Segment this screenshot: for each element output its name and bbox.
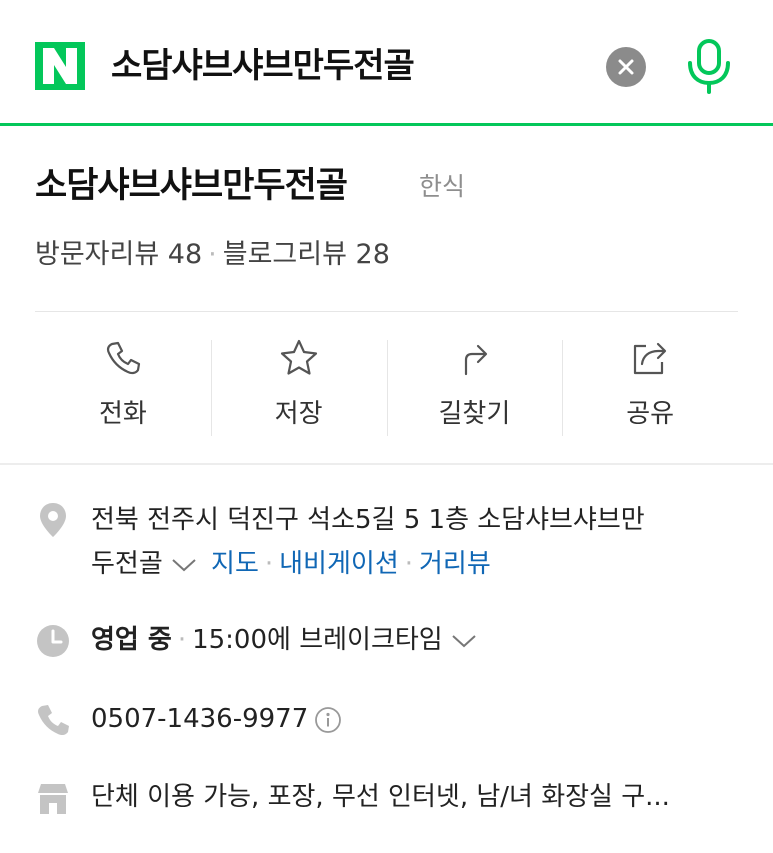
chevron-down-icon[interactable] xyxy=(171,557,197,573)
call-button[interactable]: 전화 xyxy=(35,330,211,440)
save-label: 저장 xyxy=(274,399,323,429)
location-pin-icon xyxy=(40,503,66,537)
section-divider xyxy=(0,463,773,465)
chevron-down-icon[interactable] xyxy=(451,633,477,649)
share-button[interactable]: 공유 xyxy=(562,330,738,440)
phone-icon xyxy=(106,341,140,375)
directions-icon xyxy=(465,344,488,376)
clock-icon xyxy=(37,625,69,657)
microphone-icon[interactable] xyxy=(684,38,734,94)
review-counts: 방문자리뷰 48 · 블로그리뷰 28 xyxy=(35,236,390,274)
hours-row[interactable]: 영업 중 · 15:00에 브레이크타임 xyxy=(91,617,477,663)
blog-reviews-link[interactable]: 블로그리뷰 28 xyxy=(223,239,390,270)
phone-number[interactable]: 0507-1436-9977 xyxy=(91,704,308,734)
share-label: 공유 xyxy=(626,399,675,429)
hours-status: 영업 중 xyxy=(91,625,172,655)
search-input[interactable]: 소담샤브샤브만두전골 xyxy=(111,44,415,88)
directions-label: 길찾기 xyxy=(438,399,511,429)
hours-detail: 15:00에 브레이크타임 xyxy=(192,625,443,655)
separator-dot: · xyxy=(208,239,217,270)
street-view-link[interactable]: 거리뷰 xyxy=(419,549,491,579)
place-category: 한식 xyxy=(419,172,466,201)
map-link[interactable]: 지도 xyxy=(211,549,259,579)
separator-dot: · xyxy=(264,549,274,579)
amenities: 단체 이용 가능, 포장, 무선 인터넷, 남/녀 화장실 구... xyxy=(91,782,670,812)
address-line-1: 전북 전주시 덕진구 석소5길 5 1층 소담샤브샤브만 xyxy=(91,505,645,535)
naver-logo[interactable] xyxy=(35,42,85,90)
place-name: 소담샤브샤브만두전골 xyxy=(35,166,348,206)
save-button[interactable]: 저장 xyxy=(210,330,387,440)
visitor-reviews-link[interactable]: 방문자리뷰 48 xyxy=(35,239,202,270)
phone-row: 0507-1436-9977 xyxy=(91,696,342,742)
navigation-link[interactable]: 내비게이션 xyxy=(279,549,399,579)
search-bar: 소담샤브샤브만두전골 xyxy=(0,0,773,126)
action-bar: 전화 저장 길찾기 공유 xyxy=(35,330,738,440)
address-line-2-row: 두전골 지도 · 내비게이션 · 거리뷰 xyxy=(91,541,491,587)
address-line-2: 두전골 xyxy=(91,549,163,579)
share-icon xyxy=(634,342,667,375)
star-icon xyxy=(280,339,317,375)
separator-dot: · xyxy=(404,549,414,579)
clear-search-button[interactable] xyxy=(606,47,646,87)
divider xyxy=(35,311,738,312)
close-icon xyxy=(618,59,634,75)
call-label: 전화 xyxy=(98,399,147,429)
phone-icon xyxy=(38,705,69,736)
store-icon xyxy=(38,784,68,814)
separator-dot: · xyxy=(177,625,187,655)
info-icon[interactable] xyxy=(314,706,342,734)
directions-button[interactable]: 길찾기 xyxy=(386,330,563,440)
